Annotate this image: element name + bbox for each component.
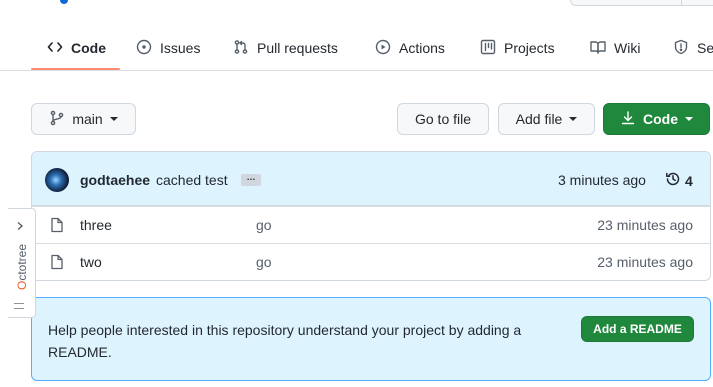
shield-icon xyxy=(673,39,689,58)
tab-label: Pull requests xyxy=(257,40,338,56)
header-remnant-buttons[interactable] xyxy=(570,0,713,6)
go-to-file-label: Go to file xyxy=(414,111,472,127)
octotree-label: Octotree xyxy=(15,244,29,290)
file-commit-message[interactable]: go xyxy=(256,254,272,270)
file-list: godtaehee cached test … 3 minutes ago 4 … xyxy=(31,151,711,281)
file-commit-time: 23 minutes ago xyxy=(597,217,693,233)
code-icon xyxy=(47,39,63,58)
repo-tab-nav: Code Issues Pull requests Actions Projec… xyxy=(0,26,713,72)
octotree-label-rest: ctotree xyxy=(15,243,29,281)
tab-label: Projects xyxy=(504,40,555,56)
code-dropdown-button[interactable]: Code xyxy=(603,103,710,135)
play-icon xyxy=(375,39,391,58)
avatar[interactable] xyxy=(45,168,69,192)
tab-label: Actions xyxy=(399,40,445,56)
tabnav-divider xyxy=(0,70,713,71)
tab-code[interactable]: Code xyxy=(47,26,106,70)
file-commit-message[interactable]: go xyxy=(256,217,272,233)
chevron-down-icon xyxy=(569,117,578,121)
branch-icon xyxy=(49,110,65,129)
tab-pull-requests[interactable]: Pull requests xyxy=(233,26,338,70)
tab-issues[interactable]: Issues xyxy=(136,26,200,70)
branch-select-button[interactable]: main xyxy=(31,103,136,135)
issue-icon xyxy=(136,39,152,58)
history-icon xyxy=(665,171,681,190)
file-icon xyxy=(49,217,65,233)
go-to-file-button[interactable]: Go to file xyxy=(397,103,489,135)
header-remnant-divider xyxy=(681,0,682,5)
branch-label: main xyxy=(72,111,103,127)
commit-history-link[interactable]: 4 xyxy=(665,171,693,190)
file-name[interactable]: two xyxy=(80,254,102,270)
book-icon xyxy=(590,39,606,58)
file-commit-time: 23 minutes ago xyxy=(597,254,693,270)
tab-projects[interactable]: Projects xyxy=(480,26,555,70)
commit-time[interactable]: 3 minutes ago xyxy=(558,172,646,188)
add-file-label: Add file xyxy=(515,111,563,127)
add-file-button[interactable]: Add file xyxy=(498,103,595,135)
tab-label: Se xyxy=(697,40,713,56)
latest-commit-bar: godtaehee cached test … 3 minutes ago 4 xyxy=(32,152,710,206)
add-readme-button[interactable]: Add a README xyxy=(581,316,694,342)
readme-prompt: Help people interested in this repositor… xyxy=(31,297,711,381)
tab-actions[interactable]: Actions xyxy=(375,26,445,70)
octotree-label-first: O xyxy=(15,280,29,291)
tab-security[interactable]: Se xyxy=(673,26,713,70)
chevron-down-icon xyxy=(685,117,693,121)
project-icon xyxy=(480,39,496,58)
code-button-label: Code xyxy=(643,111,678,127)
menu-icon xyxy=(14,303,24,309)
file-name[interactable]: three xyxy=(80,217,112,233)
readme-prompt-text: Help people interested in this repositor… xyxy=(48,322,522,360)
pull-request-icon xyxy=(233,39,249,58)
chevron-right-icon xyxy=(15,218,25,231)
octotree-toggle[interactable]: Octotree xyxy=(8,208,36,318)
chevron-down-icon xyxy=(109,117,118,121)
tab-label: Code xyxy=(71,40,106,56)
commit-count: 4 xyxy=(685,172,693,189)
tab-label: Issues xyxy=(160,40,201,56)
table-row[interactable]: three go 23 minutes ago xyxy=(32,206,710,243)
commit-expand-button[interactable]: … xyxy=(241,173,261,186)
commit-message[interactable]: cached test xyxy=(156,172,228,188)
commit-author[interactable]: godtaehee xyxy=(80,172,150,188)
tab-wiki[interactable]: Wiki xyxy=(590,26,640,70)
tab-label: Wiki xyxy=(614,40,641,56)
file-icon xyxy=(49,254,65,270)
download-icon xyxy=(620,110,636,129)
header-remnant-dot xyxy=(60,0,68,4)
table-row[interactable]: two go 23 minutes ago xyxy=(32,243,710,280)
